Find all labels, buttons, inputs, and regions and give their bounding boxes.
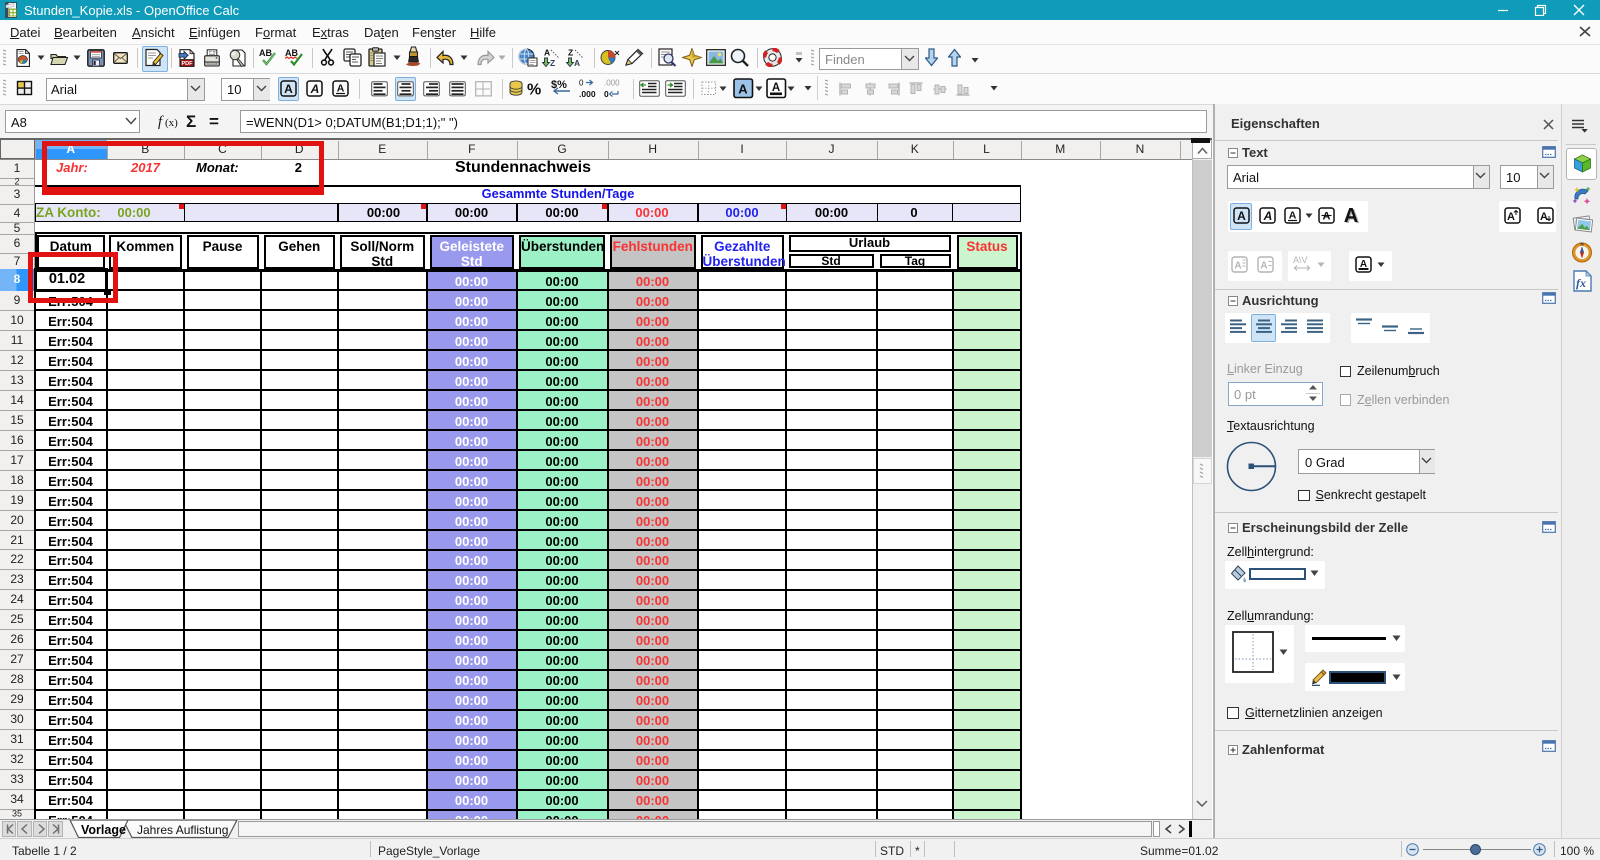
svg-text:=: =: [209, 112, 219, 130]
svg-text:A: A: [1237, 209, 1246, 223]
svg-text:A: A: [1289, 210, 1297, 222]
svg-text:AB: AB: [259, 48, 272, 58]
svg-text:A: A: [284, 82, 293, 96]
svg-text:A: A: [574, 58, 580, 67]
svg-text:A\V: A\V: [1293, 255, 1308, 265]
svg-text:0: 0: [579, 79, 584, 88]
svg-text:A: A: [1323, 211, 1331, 223]
svg-text:.000: .000: [604, 79, 620, 88]
svg-text:A: A: [544, 48, 550, 58]
svg-text:0: 0: [604, 89, 609, 99]
svg-text:Σ: Σ: [186, 112, 196, 130]
svg-text:PDF: PDF: [182, 61, 194, 67]
svg-text:A: A: [1262, 209, 1272, 223]
svg-text:A: A: [772, 82, 780, 94]
svg-text:A: A: [1234, 261, 1241, 272]
svg-text:Z: Z: [550, 58, 555, 67]
svg-text:A: A: [310, 82, 320, 96]
svg-text:fx: fx: [1576, 276, 1586, 290]
svg-text:$%: $%: [551, 79, 567, 91]
svg-text:A: A: [337, 83, 345, 95]
svg-text:A: A: [1540, 211, 1548, 223]
svg-text:A: A: [738, 82, 748, 97]
svg-text:f: f: [158, 114, 164, 129]
svg-text:N: N: [1580, 242, 1583, 247]
svg-text:A: A: [1260, 261, 1267, 272]
svg-text:Z: Z: [568, 48, 573, 58]
svg-text:A: A: [1344, 205, 1358, 227]
svg-text:%: %: [527, 82, 541, 98]
svg-text:(x): (x): [165, 117, 178, 129]
svg-text:A: A: [1507, 211, 1515, 223]
svg-text:.000: .000: [579, 89, 596, 99]
